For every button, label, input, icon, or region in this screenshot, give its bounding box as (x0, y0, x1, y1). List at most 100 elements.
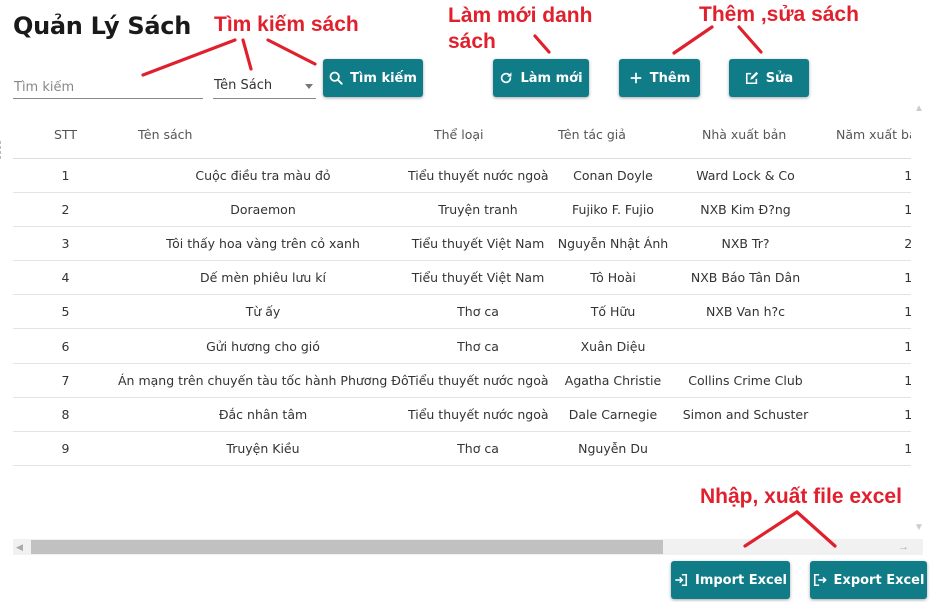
table-row[interactable]: 6 Gửi hương cho gió Thơ ca Xuân Diệu 194… (13, 328, 911, 364)
cell-title: Truyện Kiều (118, 431, 408, 467)
cell-title: Cuộc điều tra màu đỏ (118, 158, 408, 193)
cell-year: 1934 (813, 363, 911, 398)
cell-year: 1941 (813, 260, 911, 296)
cell-stt: 3 (13, 226, 118, 262)
search-button-label: Tìm kiếm (350, 70, 417, 86)
export-excel-button[interactable]: Export Excel (810, 561, 927, 599)
cell-year: 2010 (813, 226, 911, 262)
column-header-genre[interactable]: Thể loại (408, 112, 548, 159)
edit-icon (745, 71, 759, 85)
table-row[interactable]: 2 Doraemon Truyện tranh Fujiko F. Fujio … (13, 192, 911, 227)
table-row[interactable]: 4 Dế mèn phiêu lưu kí Tiểu thuyết Việt N… (13, 260, 911, 296)
cell-title: Gửi hương cho gió (118, 328, 408, 364)
cell-genre: Truyện tranh (408, 192, 548, 227)
refresh-button-label: Làm mới (520, 70, 583, 86)
cell-publisher: NXB Báo Tân Dân (678, 260, 813, 296)
refresh-icon (499, 71, 513, 85)
column-header-stt[interactable]: STT (13, 112, 118, 159)
cell-publisher: Ward Lock & Co (678, 158, 813, 193)
cell-stt: 9 (13, 431, 118, 467)
cell-stt: 6 (13, 328, 118, 364)
cell-stt: 7 (13, 363, 118, 398)
cell-title: Từ ấy (118, 294, 408, 330)
cell-genre: Thơ ca (408, 431, 548, 467)
table-row[interactable]: 9 Truyện Kiều Thơ ca Nguyễn Du 1820 (13, 431, 911, 467)
cell-publisher (678, 328, 813, 364)
search-icon (329, 71, 343, 85)
cell-year: 1945 (813, 328, 911, 364)
cell-author: Xuân Diệu (548, 328, 678, 364)
search-field-select[interactable]: Tên Sách (213, 73, 316, 99)
cell-title: Án mạng trên chuyến tàu tốc hành Phương … (118, 363, 408, 398)
cell-title: Tôi thấy hoa vàng trên cỏ xanh (118, 226, 408, 262)
chevron-down-icon (305, 84, 313, 89)
cell-title: Đắc nhân tâm (118, 397, 408, 433)
column-header-author[interactable]: Tên tác giả (548, 112, 678, 159)
column-header-publisher[interactable]: Nhà xuất bản (678, 112, 813, 159)
table-row[interactable]: 5 Từ ấy Thơ ca Tố Hữu NXB Van h?c 1946 (13, 294, 911, 330)
cell-publisher: NXB Tr? (678, 226, 813, 262)
cell-genre: Tiểu thuyết nước ngoài (408, 158, 548, 193)
cell-author: Tô Hoài (548, 260, 678, 296)
search-button[interactable]: Tìm kiếm (323, 59, 423, 97)
cell-author: Dale Carnegie (548, 397, 678, 433)
import-excel-button[interactable]: Import Excel (671, 561, 790, 599)
cell-year: 1820 (813, 431, 911, 467)
refresh-button[interactable]: Làm mới (493, 59, 589, 97)
cell-publisher: NXB Van h?c (678, 294, 813, 330)
horizontal-scrollbar-thumb[interactable] (31, 540, 663, 554)
cell-genre: Tiểu thuyết nước ngoài (408, 363, 548, 398)
import-excel-label: Import Excel (694, 572, 787, 588)
cell-author: Conan Doyle (548, 158, 678, 193)
search-input[interactable] (13, 73, 203, 99)
row-resize-marker (0, 141, 2, 159)
scroll-up-arrow-icon[interactable]: ▲ (912, 102, 926, 116)
books-table: STT Tên sách Thể loại Tên tác giả Nhà xu… (13, 112, 911, 468)
add-button[interactable]: Thêm (619, 59, 700, 97)
horizontal-scrollbar[interactable]: ◀ → (13, 539, 923, 555)
table-row[interactable]: 7 Án mạng trên chuyến tàu tốc hành Phươn… (13, 363, 911, 398)
cell-stt: 5 (13, 294, 118, 330)
annotation-refresh-line2: sách (448, 30, 496, 53)
cell-genre: Tiểu thuyết Việt Nam (408, 260, 548, 296)
cell-year: 1936 (813, 397, 911, 433)
cell-author: Nguyễn Du (548, 431, 678, 467)
cell-genre: Thơ ca (408, 294, 548, 330)
table-row[interactable]: 1 Cuộc điều tra màu đỏ Tiểu thuyết nước … (13, 158, 911, 193)
export-icon (813, 573, 827, 587)
cell-year: 1992 (813, 192, 911, 227)
cell-stt: 4 (13, 260, 118, 296)
cell-publisher: NXB Kim Đ?ng (678, 192, 813, 227)
cell-stt: 1 (13, 158, 118, 193)
plus-icon (629, 71, 643, 85)
column-header-title[interactable]: Tên sách (118, 112, 408, 159)
cell-author: Nguyễn Nhật Ánh (548, 226, 678, 262)
cell-stt: 2 (13, 192, 118, 227)
annotation-excel: Nhập, xuất file excel (700, 485, 902, 508)
table-row[interactable]: 3 Tôi thấy hoa vàng trên cỏ xanh Tiểu th… (13, 226, 911, 262)
import-icon (674, 573, 688, 587)
table-row[interactable]: 8 Đắc nhân tâm Tiểu thuyết nước ngoài Da… (13, 397, 911, 433)
cell-genre: Tiểu thuyết nước ngoài (408, 397, 548, 433)
scroll-right-arrow-icon[interactable]: → (898, 541, 910, 553)
table-header-row: STT Tên sách Thể loại Tên tác giả Nhà xu… (13, 112, 911, 159)
cell-genre: Thơ ca (408, 328, 548, 364)
cell-publisher (678, 431, 813, 467)
edit-button-label: Sửa (765, 70, 794, 86)
cell-author: Tố Hữu (548, 294, 678, 330)
scroll-down-arrow-icon[interactable]: ▼ (912, 521, 926, 535)
cell-stt: 8 (13, 397, 118, 433)
page-title: Quản Lý Sách (13, 12, 191, 40)
cell-year: 1887 (813, 158, 911, 193)
annotation-search: Tìm kiếm sách (214, 13, 359, 36)
edit-button[interactable]: Sửa (729, 59, 809, 97)
column-header-year[interactable]: Năm xuất bản (813, 112, 911, 159)
cell-publisher: Simon and Schuster (678, 397, 813, 433)
cell-year: 1946 (813, 294, 911, 330)
cell-title: Doraemon (118, 192, 408, 227)
cell-author: Agatha Christie (548, 363, 678, 398)
search-field-select-value: Tên Sách (214, 78, 273, 93)
cell-title: Dế mèn phiêu lưu kí (118, 260, 408, 296)
scroll-left-arrow-icon[interactable]: ◀ (16, 541, 28, 553)
cell-publisher: Collins Crime Club (678, 363, 813, 398)
